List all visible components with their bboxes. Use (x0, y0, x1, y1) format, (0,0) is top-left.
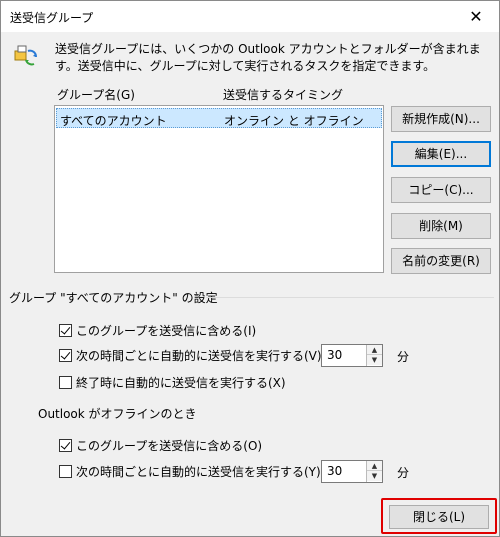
include-online-checkbox[interactable] (59, 323, 72, 337)
spinner-arrows: ▲ ▼ (366, 461, 382, 482)
list-item[interactable]: すべてのアカウント オンライン と オフライン (56, 108, 382, 128)
auto-offline-checkbox[interactable] (59, 464, 72, 478)
dialog-description: 送受信グループには、いくつかの Outlook アカウントとフォルダーが含まれま… (55, 42, 481, 73)
group-listbox[interactable]: すべてのアカウント オンライン と オフライン (54, 105, 384, 273)
column-header-timing: 送受信するタイミング (223, 88, 344, 102)
auto-offline-checkbox-row[interactable]: 次の時間ごとに自動的に送受信を実行する(Y) (59, 462, 321, 480)
group-timing-cell: オンライン と オフライン (224, 114, 364, 128)
on-exit-checkbox-row[interactable]: 終了時に自動的に送受信を実行する(X) (59, 373, 286, 391)
copy-button[interactable]: コピー(C)... (391, 177, 491, 203)
spin-down-icon[interactable]: ▼ (367, 355, 382, 365)
include-online-label: このグループを送受信に含める(I) (76, 323, 257, 338)
auto-offline-label: 次の時間ごとに自動的に送受信を実行する(Y) (76, 464, 321, 479)
offline-interval-value[interactable]: 30 (327, 464, 342, 478)
offline-interval-spinner[interactable]: 30 ▲ ▼ (321, 460, 383, 483)
new-button[interactable]: 新規作成(N)... (391, 106, 491, 132)
include-offline-checkbox-row[interactable]: このグループを送受信に含める(O) (59, 436, 262, 454)
spinner-arrows: ▲ ▼ (366, 345, 382, 366)
auto-online-checkbox-row[interactable]: 次の時間ごとに自動的に送受信を実行する(V) (59, 346, 322, 364)
edit-button[interactable]: 編集(E)... (391, 141, 491, 167)
group-name-cell: すべてのアカウント (60, 114, 167, 128)
include-offline-label: このグループを送受信に含める(O) (76, 438, 263, 453)
online-interval-value[interactable]: 30 (327, 348, 342, 362)
send-receive-groups-dialog: 送受信グループ ✕ 送受信グループには、いくつかの Outlook アカウントと… (0, 0, 500, 537)
spin-up-icon[interactable]: ▲ (367, 345, 382, 355)
settings-divider (206, 297, 494, 298)
column-header-group-name[interactable]: グループ名(G) (57, 86, 135, 103)
offline-section-title: Outlook がオフラインのとき (38, 407, 197, 421)
offline-interval-unit: 分 (397, 466, 410, 480)
include-offline-checkbox[interactable] (59, 438, 72, 452)
online-interval-unit: 分 (397, 350, 410, 364)
rename-button[interactable]: 名前の変更(R) (391, 248, 491, 274)
spin-down-icon[interactable]: ▼ (367, 471, 382, 481)
online-interval-spinner[interactable]: 30 ▲ ▼ (321, 344, 383, 367)
on-exit-label: 終了時に自動的に送受信を実行する(X) (76, 375, 286, 390)
window-title: 送受信グループ (10, 11, 94, 25)
close-button[interactable]: 閉じる(L) (389, 505, 489, 529)
on-exit-checkbox[interactable] (59, 375, 72, 389)
include-online-checkbox-row[interactable]: このグループを送受信に含める(I) (59, 321, 256, 339)
settings-group-title: グループ "すべてのアカウント" の設定 (9, 291, 218, 305)
spin-up-icon[interactable]: ▲ (367, 461, 382, 471)
auto-online-checkbox[interactable] (59, 348, 72, 362)
send-receive-icon (14, 45, 37, 66)
auto-online-label: 次の時間ごとに自動的に送受信を実行する(V) (76, 348, 322, 363)
title-bar: 送受信グループ ✕ (1, 1, 499, 32)
window-close-button[interactable]: ✕ (453, 1, 499, 32)
delete-button[interactable]: 削除(M) (391, 213, 491, 239)
